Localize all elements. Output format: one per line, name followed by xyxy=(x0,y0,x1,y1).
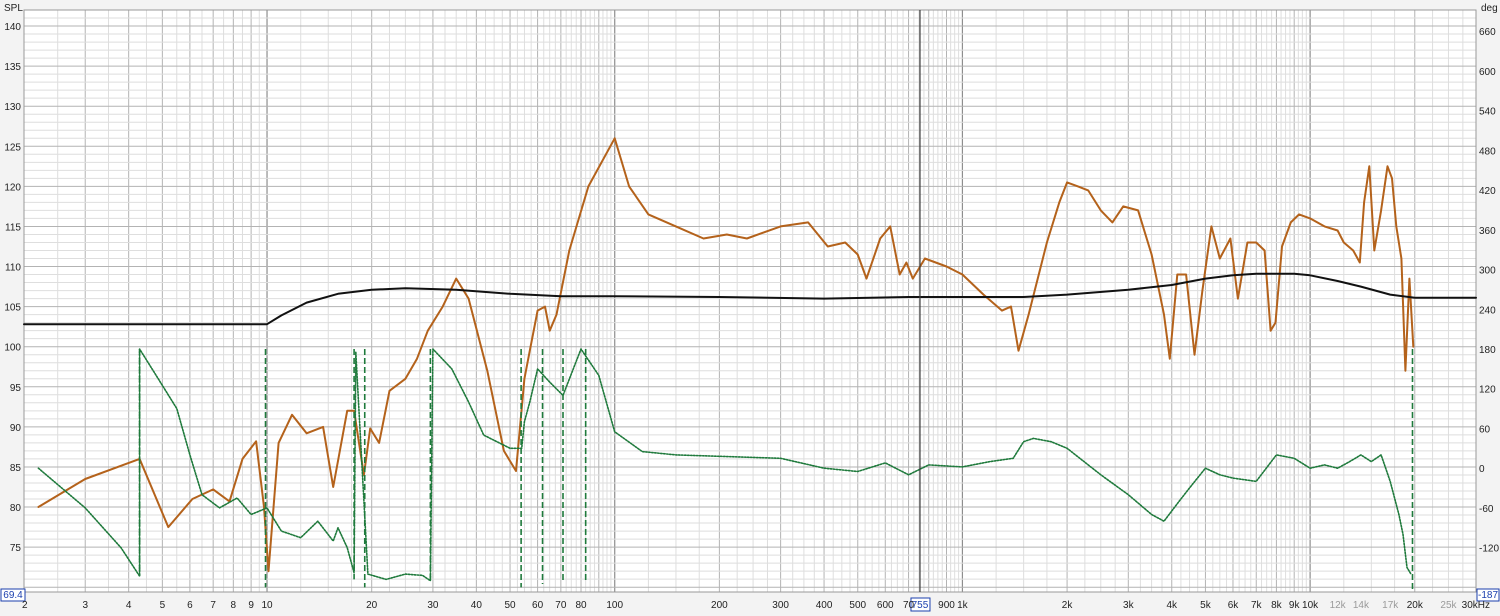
x-tick-label: 8k xyxy=(1271,600,1283,611)
x-tick-label: 300 xyxy=(772,600,789,611)
x-tick-label: 10k xyxy=(1302,600,1319,611)
x-tick-label: 9k xyxy=(1289,600,1301,611)
cursor-frequency-readout: 755 xyxy=(912,600,929,611)
y2-tick-label: 180 xyxy=(1479,345,1496,356)
x-tick-label: 9 xyxy=(248,600,254,611)
x-tick-label: 600 xyxy=(877,600,894,611)
x-tick-label: 40 xyxy=(471,600,483,611)
x-tick-label: 8 xyxy=(231,600,237,611)
y2-tick-label: 0 xyxy=(1479,464,1485,475)
left-axis-title: SPL xyxy=(4,3,23,14)
right-axis-title: deg xyxy=(1481,3,1498,14)
y2-tick-label: 660 xyxy=(1479,27,1496,38)
y-tick-label: 120 xyxy=(4,182,21,193)
x-tick-label: 1k xyxy=(957,600,969,611)
x-tick-label: 400 xyxy=(816,600,833,611)
frequency-response-graph[interactable]: 755 69.4 -187 SPL deg 75 80 85 90 95 100 105 110 115… xyxy=(0,0,1500,616)
y2-tick-label: 480 xyxy=(1479,146,1496,157)
x-tick-label: 6 xyxy=(187,600,193,611)
y2-tick-label: 300 xyxy=(1479,266,1496,277)
y2-tick-label: 540 xyxy=(1479,107,1496,118)
x-tick-label: 60 xyxy=(532,600,544,611)
x-tick-label: 17k xyxy=(1382,600,1399,611)
x-tick-label: 3 xyxy=(82,600,88,611)
y2-tick-label: -60 xyxy=(1479,504,1494,515)
x-tick-label: 4k xyxy=(1166,600,1178,611)
y-tick-label: 85 xyxy=(10,463,22,474)
x-tick-label: 12k xyxy=(1330,600,1347,611)
x-tick-label: 5k xyxy=(1200,600,1212,611)
x-tick-label: 500 xyxy=(849,600,866,611)
x-tick-label: 6k xyxy=(1228,600,1240,611)
y-tick-label: 100 xyxy=(4,343,21,354)
y2-tick-label: 600 xyxy=(1479,67,1496,78)
x-tick-label: 14k xyxy=(1353,600,1370,611)
x-tick-label: 80 xyxy=(575,600,587,611)
y-tick-label: 105 xyxy=(4,303,21,314)
y-tick-label: 75 xyxy=(10,543,22,554)
x-tick-label: 7 xyxy=(210,600,216,611)
y2-tick-label: 360 xyxy=(1479,226,1496,237)
x-tick-label: 30kHz xyxy=(1462,600,1490,611)
x-tick-label: 4 xyxy=(126,600,132,611)
y-tick-label: 135 xyxy=(4,62,21,73)
y-tick-label: 110 xyxy=(5,263,21,274)
x-tick-label: 25k xyxy=(1440,600,1457,611)
x-tick-label: 100 xyxy=(606,600,623,611)
y2-tick-label: 60 xyxy=(1479,424,1491,435)
x-tick-label: 20k xyxy=(1407,600,1424,611)
y2-tick-label: 240 xyxy=(1479,305,1496,316)
y-tick-label: 130 xyxy=(4,102,21,113)
y2-tick-label: 120 xyxy=(1479,385,1496,396)
y-tick-label: 115 xyxy=(5,222,21,233)
x-tick-label: 50 xyxy=(504,600,516,611)
y2-tick-label: 420 xyxy=(1479,186,1496,197)
chart-canvas[interactable]: 75569.4 -187 SPL deg7580859095100105110115… xyxy=(0,0,1500,616)
y-tick-label: 125 xyxy=(4,142,21,153)
y-tick-label: 80 xyxy=(10,503,22,514)
x-tick-label: 5 xyxy=(160,600,166,611)
left-readout-value: 69.4 xyxy=(3,590,23,601)
x-tick-label: 70 xyxy=(903,600,915,611)
x-tick-label: 70 xyxy=(555,600,567,611)
x-tick-label: 3k xyxy=(1123,600,1135,611)
x-tick-label: 10 xyxy=(261,600,273,611)
x-tick-label: 30 xyxy=(427,600,439,611)
y-tick-label: 95 xyxy=(10,383,22,394)
x-tick-label: 200 xyxy=(711,600,728,611)
y-tick-label: 140 xyxy=(4,22,21,33)
x-tick-label: 2k xyxy=(1062,600,1074,611)
y2-tick-label: -120 xyxy=(1479,544,1499,555)
y-tick-label: 90 xyxy=(10,423,22,434)
x-tick-label: 2 xyxy=(22,600,28,611)
x-tick-label: 20 xyxy=(366,600,378,611)
x-tick-label: 900 xyxy=(938,600,955,611)
x-tick-label: 7k xyxy=(1251,600,1263,611)
